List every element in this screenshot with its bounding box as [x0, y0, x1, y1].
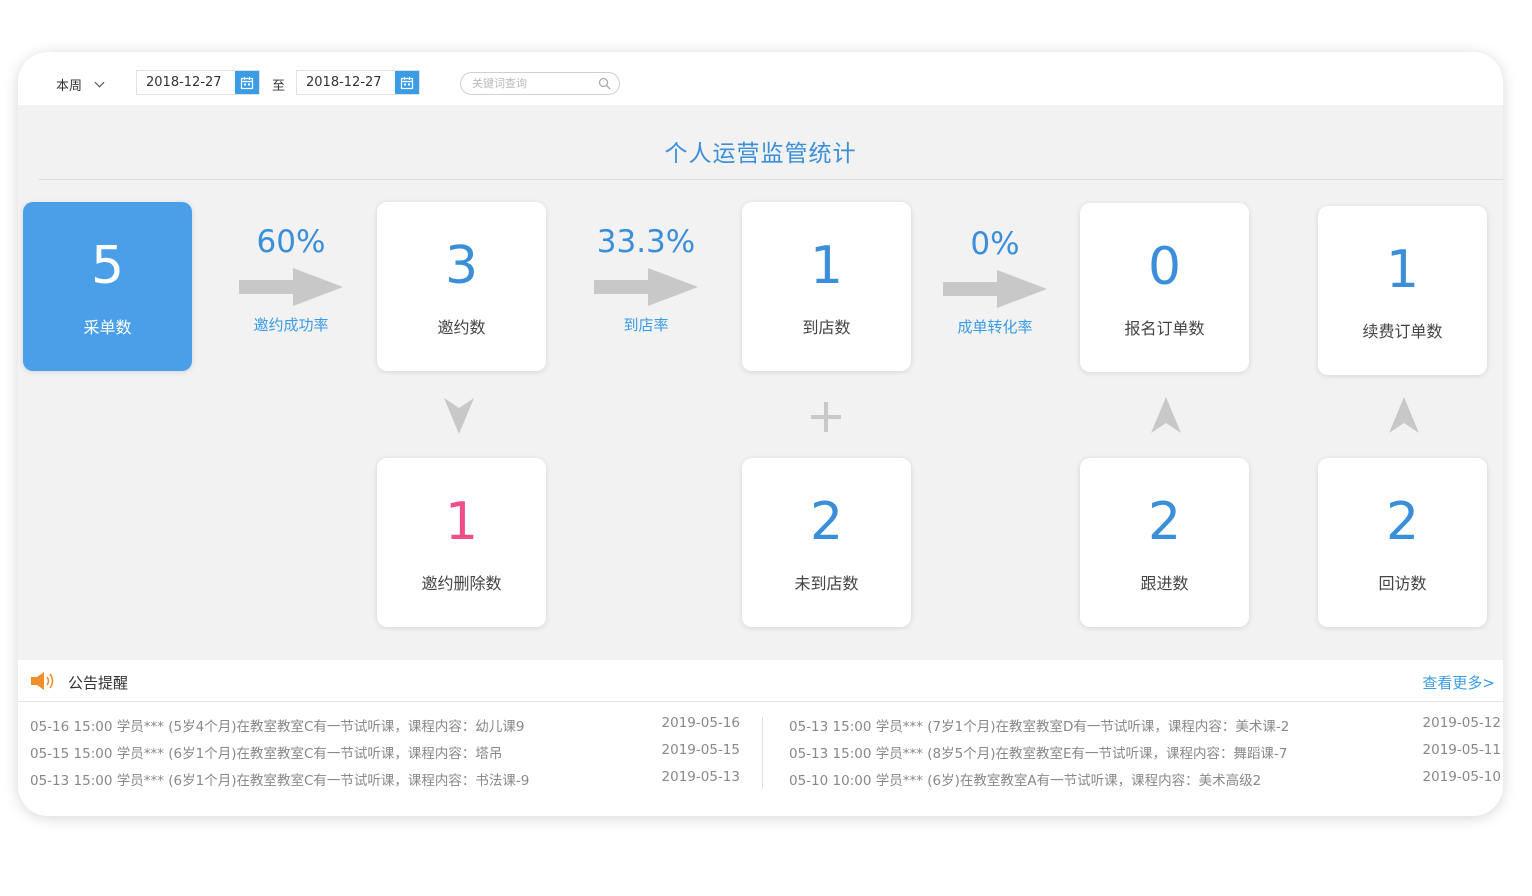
notice-text: 05-15 15:00 学员*** (6岁1个月)在教室教室C有一节试听课，课程…: [30, 746, 503, 762]
notice-item[interactable]: 05-13 15:00 学员*** (8岁5个月)在教室教室E有一节试听课，课程…: [789, 742, 1501, 769]
stats-panel: 本周 2018-12-27 至 2018-12-27 个人运营监管统计 5 采单…: [18, 52, 1503, 816]
card-signup[interactable]: 0 报名订单数: [1080, 203, 1249, 372]
card-label: 回访数: [1378, 574, 1427, 593]
notice-date: 2019-05-12: [1422, 715, 1501, 731]
notice-text: 05-13 15:00 学员*** (8岁5个月)在教室教室E有一节试听课，课程…: [789, 746, 1288, 762]
arrow-right-icon: [594, 268, 698, 306]
speaker-icon: [31, 672, 54, 690]
arrow-up-icon: [1389, 397, 1419, 433]
notice-item[interactable]: 05-13 15:00 学员*** (7岁1个月)在教室教室D有一节试听课，课程…: [789, 715, 1501, 742]
notice-text: 05-10 10:00 学员*** (6岁)在教室教室A有一节试听课，课程内容：…: [789, 773, 1262, 789]
arrow-down-icon: [444, 398, 474, 434]
card-value: 5: [90, 236, 125, 296]
search-icon[interactable]: [598, 77, 611, 90]
plus-icon: [811, 402, 841, 432]
search-box: [460, 72, 620, 95]
notice-list-left: 05-16 15:00 学员*** (5岁4个月)在教室教室C有一节试听课，课程…: [30, 715, 740, 796]
card-not-arrive[interactable]: 2 未到店数: [742, 458, 911, 627]
card-label: 到店数: [802, 318, 851, 337]
card-label: 采单数: [83, 318, 132, 337]
card-value: 2: [1147, 492, 1182, 552]
card-label: 续费订单数: [1362, 322, 1443, 341]
rate-label: 到店率: [623, 316, 669, 334]
notice-date: 2019-05-16: [661, 715, 740, 731]
notice-divider: [762, 717, 763, 789]
notice-text: 05-13 15:00 学员*** (6岁1个月)在教室教室C有一节试听课，课程…: [30, 773, 530, 789]
notice-text: 05-16 15:00 学员*** (5岁4个月)在教室教室C有一节试听课，课程…: [30, 719, 525, 735]
calendar-icon[interactable]: [395, 71, 419, 94]
notice-item[interactable]: 05-15 15:00 学员*** (6岁1个月)在教室教室C有一节试听课，课程…: [30, 742, 740, 769]
notice-date: 2019-05-15: [661, 742, 740, 758]
page-title: 个人运营监管统计: [664, 141, 857, 167]
date-to-field[interactable]: 2018-12-27: [296, 70, 420, 95]
rate-label: 邀约成功率: [253, 316, 329, 334]
rate-value: 60%: [256, 224, 326, 260]
card-label: 邀约删除数: [421, 574, 502, 593]
arrow-right-icon: [943, 270, 1047, 308]
period-select[interactable]: 本周: [56, 75, 105, 94]
card-invite[interactable]: 3 邀约数: [377, 202, 546, 371]
date-from-field[interactable]: 2018-12-27: [136, 70, 260, 95]
notice-section: 公告提醒 查看更多> 05-16 15:00 学员*** (5岁4个月)在教室教…: [18, 660, 1503, 816]
period-value: 本周: [56, 79, 83, 94]
card-collect[interactable]: 5 采单数: [23, 202, 192, 371]
date-to-value: 2018-12-27: [306, 75, 382, 90]
rate-value: 33.3%: [596, 224, 696, 260]
notice-title: 公告提醒: [68, 674, 129, 692]
search-input[interactable]: [472, 77, 598, 90]
arrow-up-icon: [1151, 397, 1181, 433]
card-label: 跟进数: [1140, 574, 1189, 593]
arrow-right-icon: [239, 268, 343, 306]
notice-header: 公告提醒 查看更多>: [18, 660, 1503, 702]
rate-label: 成单转化率: [957, 318, 1033, 336]
notice-date: 2019-05-11: [1422, 742, 1501, 758]
card-value: 2: [1385, 492, 1420, 552]
date-range-separator: 至: [272, 79, 286, 94]
notice-item[interactable]: 05-16 15:00 学员*** (5岁4个月)在教室教室C有一节试听课，课程…: [30, 715, 740, 742]
card-value: 1: [444, 492, 479, 552]
card-renew[interactable]: 1 续费订单数: [1318, 206, 1487, 375]
card-label: 报名订单数: [1124, 319, 1205, 338]
notice-date: 2019-05-10: [1422, 769, 1501, 785]
rate-value: 0%: [970, 226, 1020, 262]
card-follow[interactable]: 2 跟进数: [1080, 458, 1249, 627]
card-value: 1: [809, 236, 844, 296]
rate-invite-success: 60% 邀约成功率: [236, 224, 346, 335]
card-value: 2: [809, 492, 844, 552]
card-value: 0: [1147, 237, 1182, 297]
card-revisit[interactable]: 2 回访数: [1318, 458, 1487, 627]
calendar-icon[interactable]: [235, 71, 259, 94]
rate-conversion: 0% 成单转化率: [940, 226, 1050, 337]
card-label: 邀约数: [437, 318, 486, 337]
notice-item[interactable]: 05-10 10:00 学员*** (6岁)在教室教室A有一节试听课，课程内容：…: [789, 769, 1501, 796]
title-divider: [38, 179, 1503, 180]
notice-date: 2019-05-13: [661, 769, 740, 785]
card-arrive[interactable]: 1 到店数: [742, 202, 911, 371]
card-value: 3: [444, 236, 479, 296]
card-value: 1: [1385, 240, 1420, 300]
card-invite-delete[interactable]: 1 邀约删除数: [377, 458, 546, 627]
date-from-value: 2018-12-27: [146, 75, 222, 90]
chevron-down-icon: [94, 77, 105, 88]
card-label: 未到店数: [794, 574, 859, 593]
notice-item[interactable]: 05-13 15:00 学员*** (6岁1个月)在教室教室C有一节试听课，课程…: [30, 769, 740, 796]
notice-list-right: 05-13 15:00 学员*** (7岁1个月)在教室教室D有一节试听课，课程…: [789, 715, 1501, 796]
view-more-link[interactable]: 查看更多>: [1422, 672, 1495, 693]
filter-toolbar: 本周 2018-12-27 至 2018-12-27: [18, 52, 1503, 105]
rate-arrive: 33.3% 到店率: [591, 224, 701, 335]
notice-text: 05-13 15:00 学员*** (7岁1个月)在教室教室D有一节试听课，课程…: [789, 719, 1290, 735]
